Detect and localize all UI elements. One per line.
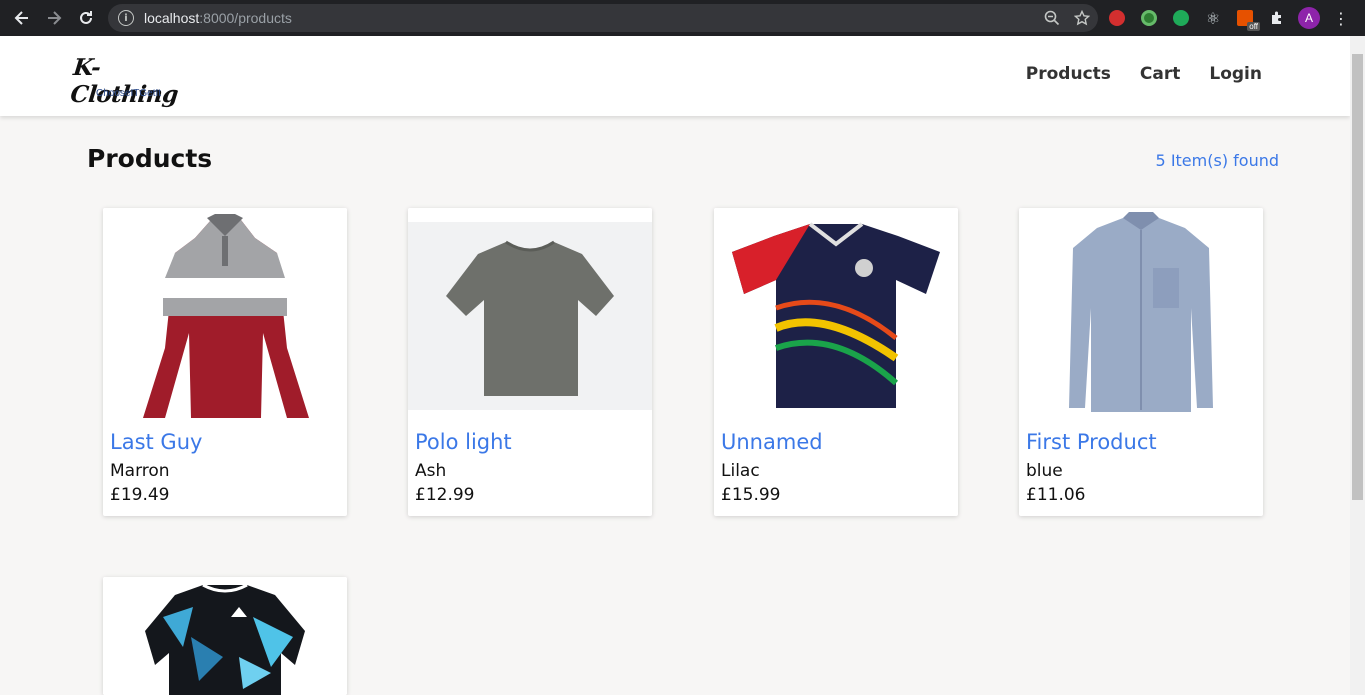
product-name[interactable]: Polo light [415,430,512,454]
extension-off-icon[interactable]: off [1234,7,1260,31]
extension-stop-icon[interactable] [1106,7,1128,29]
product-price: £12.99 [415,485,475,505]
address-bar[interactable]: i localhost:8000/products [108,4,1098,32]
site-header: K-Clothing ChooseITGetIt Products Cart L… [0,36,1350,116]
url-text: localhost:8000/products [144,10,292,26]
browser-menu-icon[interactable]: ⋮ [1330,9,1352,28]
extension-off-label: off [1247,22,1260,31]
logo-brand: K-Clothing [69,54,180,108]
profile-avatar[interactable]: A [1298,7,1320,29]
forward-button[interactable] [38,0,70,36]
url-host: localhost [144,10,200,26]
product-color: Lilac [721,461,760,481]
reload-button[interactable] [70,0,102,36]
product-name[interactable]: Unnamed [721,430,823,454]
nav-login-link[interactable]: Login [1209,64,1262,84]
extensions-puzzle-icon[interactable] [1266,7,1288,29]
product-image[interactable] [1019,208,1263,428]
product-name[interactable]: Last Guy [110,430,202,454]
extension-d-icon[interactable] [1170,7,1192,29]
product-name[interactable]: First Product [1026,430,1157,454]
product-image[interactable] [714,208,958,428]
product-image[interactable] [408,208,652,428]
arrow-right-icon [48,11,62,25]
nav-cart-link[interactable]: Cart [1140,64,1180,84]
site-info-icon[interactable]: i [118,10,134,26]
nav-products-link[interactable]: Products [1026,64,1111,84]
extension-globe-icon[interactable] [1138,7,1160,29]
product-color: Marron [110,461,170,481]
item-count: 5 Item(s) found [1155,151,1279,170]
url-path: :8000/products [199,10,292,26]
product-color: Ash [415,461,447,481]
reload-icon [80,11,92,24]
product-image[interactable] [103,577,347,695]
product-price: £11.06 [1026,485,1086,505]
product-image[interactable] [103,208,347,428]
page-scrollbar[interactable] [1350,36,1365,695]
product-card[interactable] [103,577,347,695]
zoom-icon[interactable] [1044,10,1060,26]
product-price: £19.49 [110,485,170,505]
logo-tagline: ChooseITGetIt [96,88,162,99]
product-card[interactable]: Unnamed Lilac £15.99 [714,208,958,516]
bookmark-star-icon[interactable] [1074,10,1090,26]
product-card[interactable]: Polo light Ash £12.99 [408,208,652,516]
product-color: blue [1026,461,1063,481]
browser-toolbar: i localhost:8000/products ⚛ off A ⋮ [0,0,1365,36]
product-card[interactable]: First Product blue £11.06 [1019,208,1263,516]
back-button[interactable] [6,0,38,36]
main-nav: Products Cart Login [1026,64,1262,84]
scrollbar-thumb[interactable] [1352,54,1363,500]
react-devtools-icon[interactable]: ⚛ [1202,7,1224,29]
product-price: £15.99 [721,485,781,505]
page-title: Products [87,144,213,173]
site-logo[interactable]: K-Clothing ChooseITGetIt [69,54,192,108]
product-card[interactable]: Last Guy Marron £19.49 [103,208,347,516]
arrow-left-icon [14,11,28,25]
